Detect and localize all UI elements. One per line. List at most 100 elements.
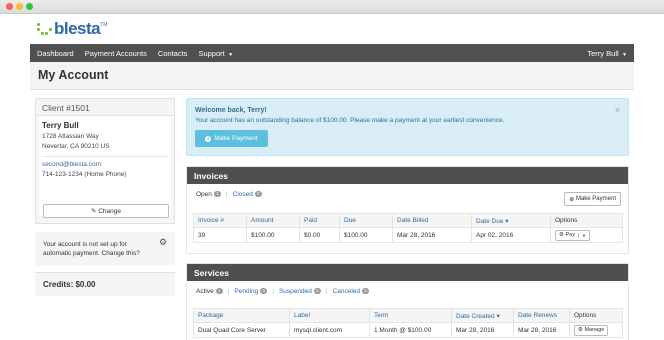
col-label[interactable]: Label: [289, 308, 370, 323]
user-name: Terry Bull: [587, 48, 619, 58]
cell-date-due: Apr 02, 2016: [471, 227, 551, 243]
col-date-billed[interactable]: Date Billed: [392, 213, 472, 228]
cell-date-created: Mar 28, 2016: [451, 322, 514, 338]
filter-closed[interactable]: Closed 0: [233, 191, 262, 198]
client-email-link[interactable]: second@blesta.com: [42, 160, 168, 170]
services-panel: Services Active 1 | Pending 0 | Suspended 0…: [186, 263, 629, 340]
pay-button[interactable]: ⚙ Pay ▼: [555, 229, 590, 241]
cell-amount: $100.00: [246, 227, 300, 243]
credits-summary: Credits: $0.00: [35, 272, 175, 296]
window-titlebar: [0, 0, 664, 14]
pay-label: Pay: [565, 232, 575, 238]
sort-down-icon: ▾: [494, 312, 500, 320]
autopay-text[interactable]: Your account is not set up for automatic…: [43, 240, 155, 258]
col-invoice[interactable]: Invoice #: [193, 213, 247, 228]
cell-term: 1 Month @ $100.00: [369, 322, 452, 338]
welcome-alert: Welcome back, Terry! Your account has an…: [186, 98, 629, 156]
col-date-renews[interactable]: Date Renews: [513, 308, 570, 323]
client-address-line1: 1728 Atlassian Way: [42, 133, 99, 140]
nav-dashboard[interactable]: Dashboard: [37, 49, 74, 58]
client-address-line2: Nevertar, CA 90210 US: [42, 143, 110, 150]
col-due[interactable]: Due: [339, 213, 393, 228]
cell-options: ⚙ Pay ▼: [550, 227, 623, 243]
col-amount[interactable]: Amount: [246, 213, 300, 228]
filter-open[interactable]: Open 1: [196, 191, 221, 198]
filter-canceled[interactable]: Canceled 0: [332, 287, 370, 295]
col-options: Options: [569, 308, 623, 323]
filter-label: Suspended: [278, 287, 312, 295]
cell-date-renews: Mar 28, 2016: [513, 322, 570, 338]
cell-label: mysql.client.com: [289, 322, 370, 338]
cell-options: ⚙ Manage: [569, 322, 623, 338]
col-paid[interactable]: Paid: [299, 213, 340, 228]
autopay-notice: Your account is not set up for automatic…: [35, 232, 175, 266]
user-menu[interactable]: Terry Bull ▼: [587, 49, 627, 58]
filter-separator: |: [227, 287, 230, 295]
chevron-down-icon: ▼: [620, 51, 627, 58]
table-row: 39 $100.00 $0.00 $100.00 Mar 28, 2016 Ap…: [193, 227, 623, 243]
client-name: Terry Bull: [42, 121, 79, 130]
cell-invoice: 39: [193, 227, 247, 243]
col-date-due-label: Date Due: [476, 217, 504, 225]
maximize-window-button[interactable]: [26, 3, 33, 10]
chevron-down-icon: ▼: [226, 51, 234, 58]
filter-active[interactable]: Active 1: [196, 288, 223, 295]
close-icon[interactable]: ×: [615, 105, 620, 115]
sort-down-icon: ▾: [503, 217, 509, 225]
col-date-created-label: Date Created: [456, 312, 495, 320]
cell-paid: $0.00: [299, 227, 340, 243]
col-package[interactable]: Package: [193, 308, 290, 323]
nav-support[interactable]: Support ▼: [198, 49, 233, 58]
chevron-down-icon[interactable]: ▼: [577, 232, 586, 238]
close-window-button[interactable]: [6, 3, 13, 10]
table-header-row: Package Label Term Date Created ▾ Date R…: [193, 308, 623, 323]
count-badge: 0: [362, 288, 370, 294]
filter-separator: |: [225, 190, 228, 198]
cell-package: Dual Quad Core Server: [193, 322, 290, 338]
filter-separator: |: [272, 287, 274, 295]
table-header-row: Invoice # Amount Paid Due Date Billed Da…: [193, 213, 623, 228]
col-date-created[interactable]: Date Created ▾: [451, 308, 514, 323]
page-title: My Account: [38, 68, 109, 82]
make-payment-label: Make Payment: [214, 135, 258, 142]
count-badge: 0: [313, 288, 321, 294]
make-payment-button[interactable]: + Make Payment: [195, 130, 268, 147]
minimize-window-button[interactable]: [16, 3, 23, 10]
blesta-logo[interactable]: blesta TM: [37, 19, 107, 38]
filter-label: Active: [196, 287, 214, 295]
client-card: Client #1501 Terry Bull 1728 Atlassian W…: [35, 98, 175, 224]
invoices-heading: Invoices: [187, 167, 628, 184]
top-navigation: Dashboard Payment Accounts Contacts Supp…: [30, 44, 634, 62]
alert-title: Welcome back, Terry!: [195, 107, 267, 114]
services-heading: Services: [187, 264, 628, 281]
nav-contacts[interactable]: Contacts: [158, 49, 188, 58]
filter-label: Canceled: [332, 287, 361, 295]
services-table: Package Label Term Date Created ▾ Date R…: [193, 308, 623, 338]
pencil-icon: ✎: [90, 208, 99, 215]
gear-icon[interactable]: ⚙: [159, 237, 167, 248]
service-filters: Active 1 | Pending 0 | Suspended 0 | Cancel…: [187, 281, 628, 301]
divider: [42, 156, 168, 157]
client-details: Terry Bull 1728 Atlassian Way Nevertar, …: [39, 116, 171, 216]
invoices-make-payment-button[interactable]: ⊕ Make Payment: [564, 192, 621, 206]
invoice-filters: Open 1 | Closed 0: [187, 184, 628, 204]
invoices-table: Invoice # Amount Paid Due Date Billed Da…: [193, 213, 623, 243]
logo-text: blesta: [54, 19, 101, 38]
filter-pending[interactable]: Pending 0: [234, 288, 268, 295]
page-header: My Account: [30, 62, 634, 90]
filter-label: Open: [196, 190, 212, 198]
manage-button[interactable]: ⚙ Manage: [574, 324, 609, 336]
logo-dots-icon: [37, 23, 52, 35]
count-badge: 0: [254, 191, 262, 197]
cell-due: $100.00: [339, 227, 393, 243]
nav-support-label: Support: [198, 48, 225, 58]
filter-suspended[interactable]: Suspended 0: [279, 288, 321, 295]
nav-payment-accounts[interactable]: Payment Accounts: [85, 49, 147, 58]
count-badge: 1: [215, 288, 223, 294]
cell-date-billed: Mar 28, 2016: [392, 227, 472, 243]
col-term[interactable]: Term: [369, 308, 452, 323]
col-date-due[interactable]: Date Due ▾: [471, 213, 551, 228]
col-options: Options: [550, 213, 623, 228]
alert-message: Your account has an outstanding balance …: [195, 117, 505, 124]
change-client-button[interactable]: ✎ Change: [43, 204, 169, 218]
